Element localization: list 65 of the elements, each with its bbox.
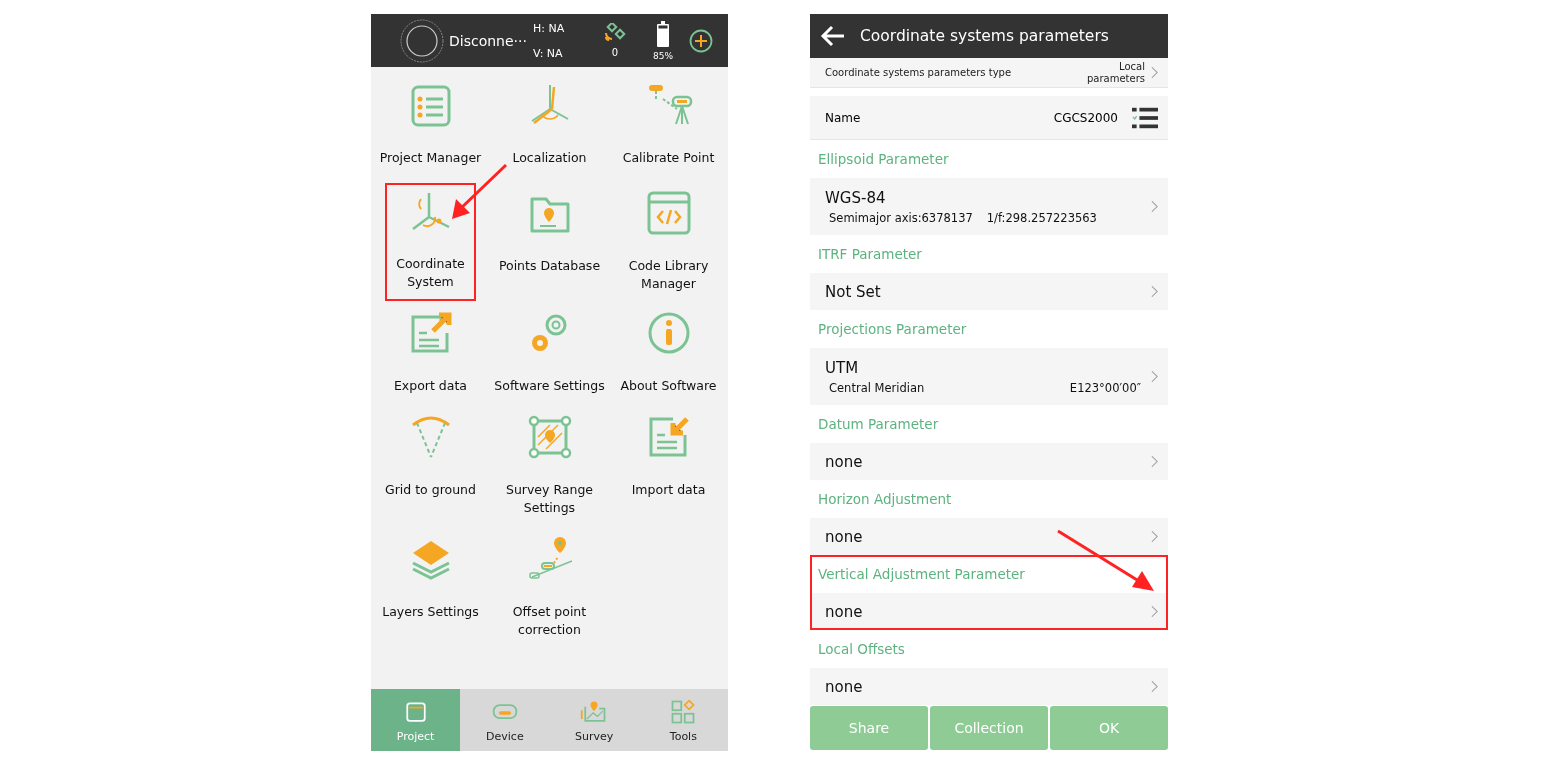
row-value: none [825,452,864,471]
list-row[interactable]: Coordinate systems parameters type Local parameters [810,58,1168,88]
chevron-icon [1151,66,1158,79]
row-label: Name [825,110,862,125]
menu-tile[interactable]: About Software [609,303,728,407]
section-title: ITRF Parameter [818,245,922,264]
chevron-icon [1151,200,1158,213]
list-row[interactable]: none [810,593,1168,630]
row-detail: 1/f:298.257223563 [986,210,1097,225]
section-title: Vertical Adjustment Parameter [818,565,1025,584]
battery-icon [657,20,669,47]
satellite-count: 0 [611,47,619,58]
menu-tile[interactable]: Grid to ground [371,407,490,529]
row-value: Not Set [825,282,882,301]
add-icon[interactable] [689,28,713,53]
list-row[interactable]: none [810,518,1168,555]
chevron-icon [1151,370,1158,383]
list-row[interactable]: WGS-84 Semimajor axis:6378137 1/f:298.257223563 [810,178,1168,235]
section-title: Ellipsoid Parameter [818,150,949,169]
chevron-icon [1151,455,1158,468]
row-value: CGCS2000 [1053,110,1118,125]
menu-tile[interactable]: Points Database [490,183,609,303]
nav-tab[interactable]: Tools [638,689,728,751]
row-detail: Semimajor axis:6378137 [829,210,973,225]
menu-tile[interactable]: Coordinate System [385,183,476,301]
connection-status: Disconne··· [449,32,528,49]
connection-ring-icon [399,17,445,64]
menu-tile[interactable]: Survey Range Settings [490,407,609,529]
menu-tile[interactable]: Software Settings [490,303,609,407]
chevron-icon [1151,605,1158,618]
menu-tile[interactable]: Offset point correction [490,529,609,649]
screen-title: Coordinate systems parameters [860,27,1109,45]
menu-tile[interactable]: Code Library Manager [609,183,728,303]
list-row[interactable]: none [810,443,1168,480]
row-detail: Central Meridian [829,380,925,395]
row-value: WGS-84 [825,188,887,207]
list-row[interactable]: Not Set [810,273,1168,310]
section-title: Datum Parameter [818,415,939,434]
nav-tab[interactable]: Survey [549,689,639,751]
row-value: none [825,677,864,696]
menu-tile[interactable]: Import data [609,407,728,529]
nav-tab[interactable]: Device [460,689,550,751]
row-value: none [825,602,864,621]
menu-tile[interactable]: Localization [490,75,609,183]
chevron-icon [1151,285,1158,298]
menu-tile[interactable]: Calibrate Point [609,75,728,183]
menu-tile[interactable]: Project Manager [371,75,490,183]
menu-tile[interactable]: Layers Settings [371,529,490,649]
section-title: Local Offsets [818,640,905,659]
section-title: Horizon Adjustment [818,490,952,509]
back-icon[interactable] [820,25,846,47]
horizontal-accuracy: H: NA [533,21,566,35]
list-row[interactable]: UTM Central Meridian E123°00′00″ [810,348,1168,405]
vertical-accuracy: V: NA [533,46,564,60]
section-title: Projections Parameter [818,320,967,339]
list-row[interactable]: Name CGCS2000 [810,96,1168,140]
chevron-icon [1151,530,1158,543]
row-value: none [825,527,864,546]
menu-tile[interactable]: Export data [371,303,490,407]
satellite-icon [603,23,627,43]
row-value: UTM [825,358,860,377]
battery-percentage: 85% [653,50,673,61]
chevron-icon [1151,680,1158,693]
row-detail: E123°00′00″ [1069,380,1141,395]
list-row[interactable]: none [810,668,1168,705]
